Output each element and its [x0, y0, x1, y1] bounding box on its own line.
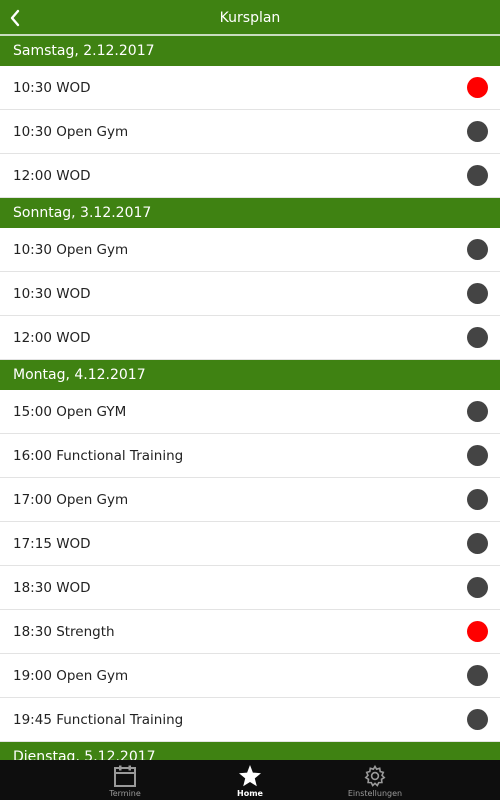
course-list[interactable]: Samstag, 2.12.2017 10:30 WOD 10:30 Open … [0, 36, 500, 760]
course-label: 10:30 Open Gym [13, 123, 129, 140]
status-dot [467, 445, 488, 466]
star-icon [239, 765, 261, 787]
course-row[interactable]: 15:00 Open GYM [0, 390, 500, 434]
course-row[interactable]: 17:00 Open Gym [0, 478, 500, 522]
status-dot-red [467, 77, 488, 98]
course-label: 12:00 WOD [13, 329, 91, 346]
status-dot [467, 709, 488, 730]
tab-bar: Termine Home Einstellungen [0, 760, 500, 800]
calendar-icon [114, 765, 136, 787]
tab-label: Einstellungen [347, 789, 403, 798]
status-dot-red [467, 621, 488, 642]
course-label: 19:00 Open Gym [13, 667, 129, 684]
status-dot [467, 533, 488, 554]
course-row[interactable]: 19:45 Functional Training [0, 698, 500, 742]
status-dot [467, 401, 488, 422]
course-row[interactable]: 10:30 Open Gym [0, 110, 500, 154]
course-row[interactable]: 10:30 WOD [0, 66, 500, 110]
course-label: 10:30 WOD [13, 285, 91, 302]
course-label: 12:00 WOD [13, 167, 91, 184]
course-row[interactable]: 12:00 WOD [0, 154, 500, 198]
course-label: 17:15 WOD [13, 535, 91, 552]
status-dot [467, 665, 488, 686]
tab-label: Termine [109, 789, 141, 798]
course-row[interactable]: 17:15 WOD [0, 522, 500, 566]
tab-einstellungen[interactable]: Einstellungen [325, 760, 425, 800]
gear-icon [364, 764, 386, 787]
tab-label: Home [237, 789, 263, 798]
course-label: 18:30 WOD [13, 579, 91, 596]
course-row[interactable]: 10:30 WOD [0, 272, 500, 316]
course-label: 16:00 Functional Training [13, 447, 184, 464]
course-row[interactable]: 19:00 Open Gym [0, 654, 500, 698]
tab-home[interactable]: Home [200, 760, 300, 800]
section-header: Montag, 4.12.2017 [0, 360, 500, 390]
course-label: 18:30 Strength [13, 623, 115, 640]
status-dot [467, 283, 488, 304]
tab-termine[interactable]: Termine [75, 760, 175, 800]
course-label: 15:00 Open GYM [13, 403, 127, 420]
status-dot [467, 577, 488, 598]
top-bar: Kursplan [0, 0, 500, 36]
course-label: 10:30 Open Gym [13, 241, 129, 258]
course-label: 10:30 WOD [13, 79, 91, 96]
course-row[interactable]: 16:00 Functional Training [0, 434, 500, 478]
status-dot [467, 165, 488, 186]
section-header: Samstag, 2.12.2017 [0, 36, 500, 66]
course-row[interactable]: 18:30 Strength [0, 610, 500, 654]
course-label: 17:00 Open Gym [13, 491, 129, 508]
page-title: Kursplan [219, 10, 281, 26]
status-dot [467, 239, 488, 260]
status-dot [467, 489, 488, 510]
status-dot [467, 327, 488, 348]
section-header: Dienstag, 5.12.2017 [0, 742, 500, 760]
course-row[interactable]: 18:30 WOD [0, 566, 500, 610]
status-dot [467, 121, 488, 142]
course-row[interactable]: 12:00 WOD [0, 316, 500, 360]
section-header: Sonntag, 3.12.2017 [0, 198, 500, 228]
course-row[interactable]: 10:30 Open Gym [0, 228, 500, 272]
course-label: 19:45 Functional Training [13, 711, 184, 728]
